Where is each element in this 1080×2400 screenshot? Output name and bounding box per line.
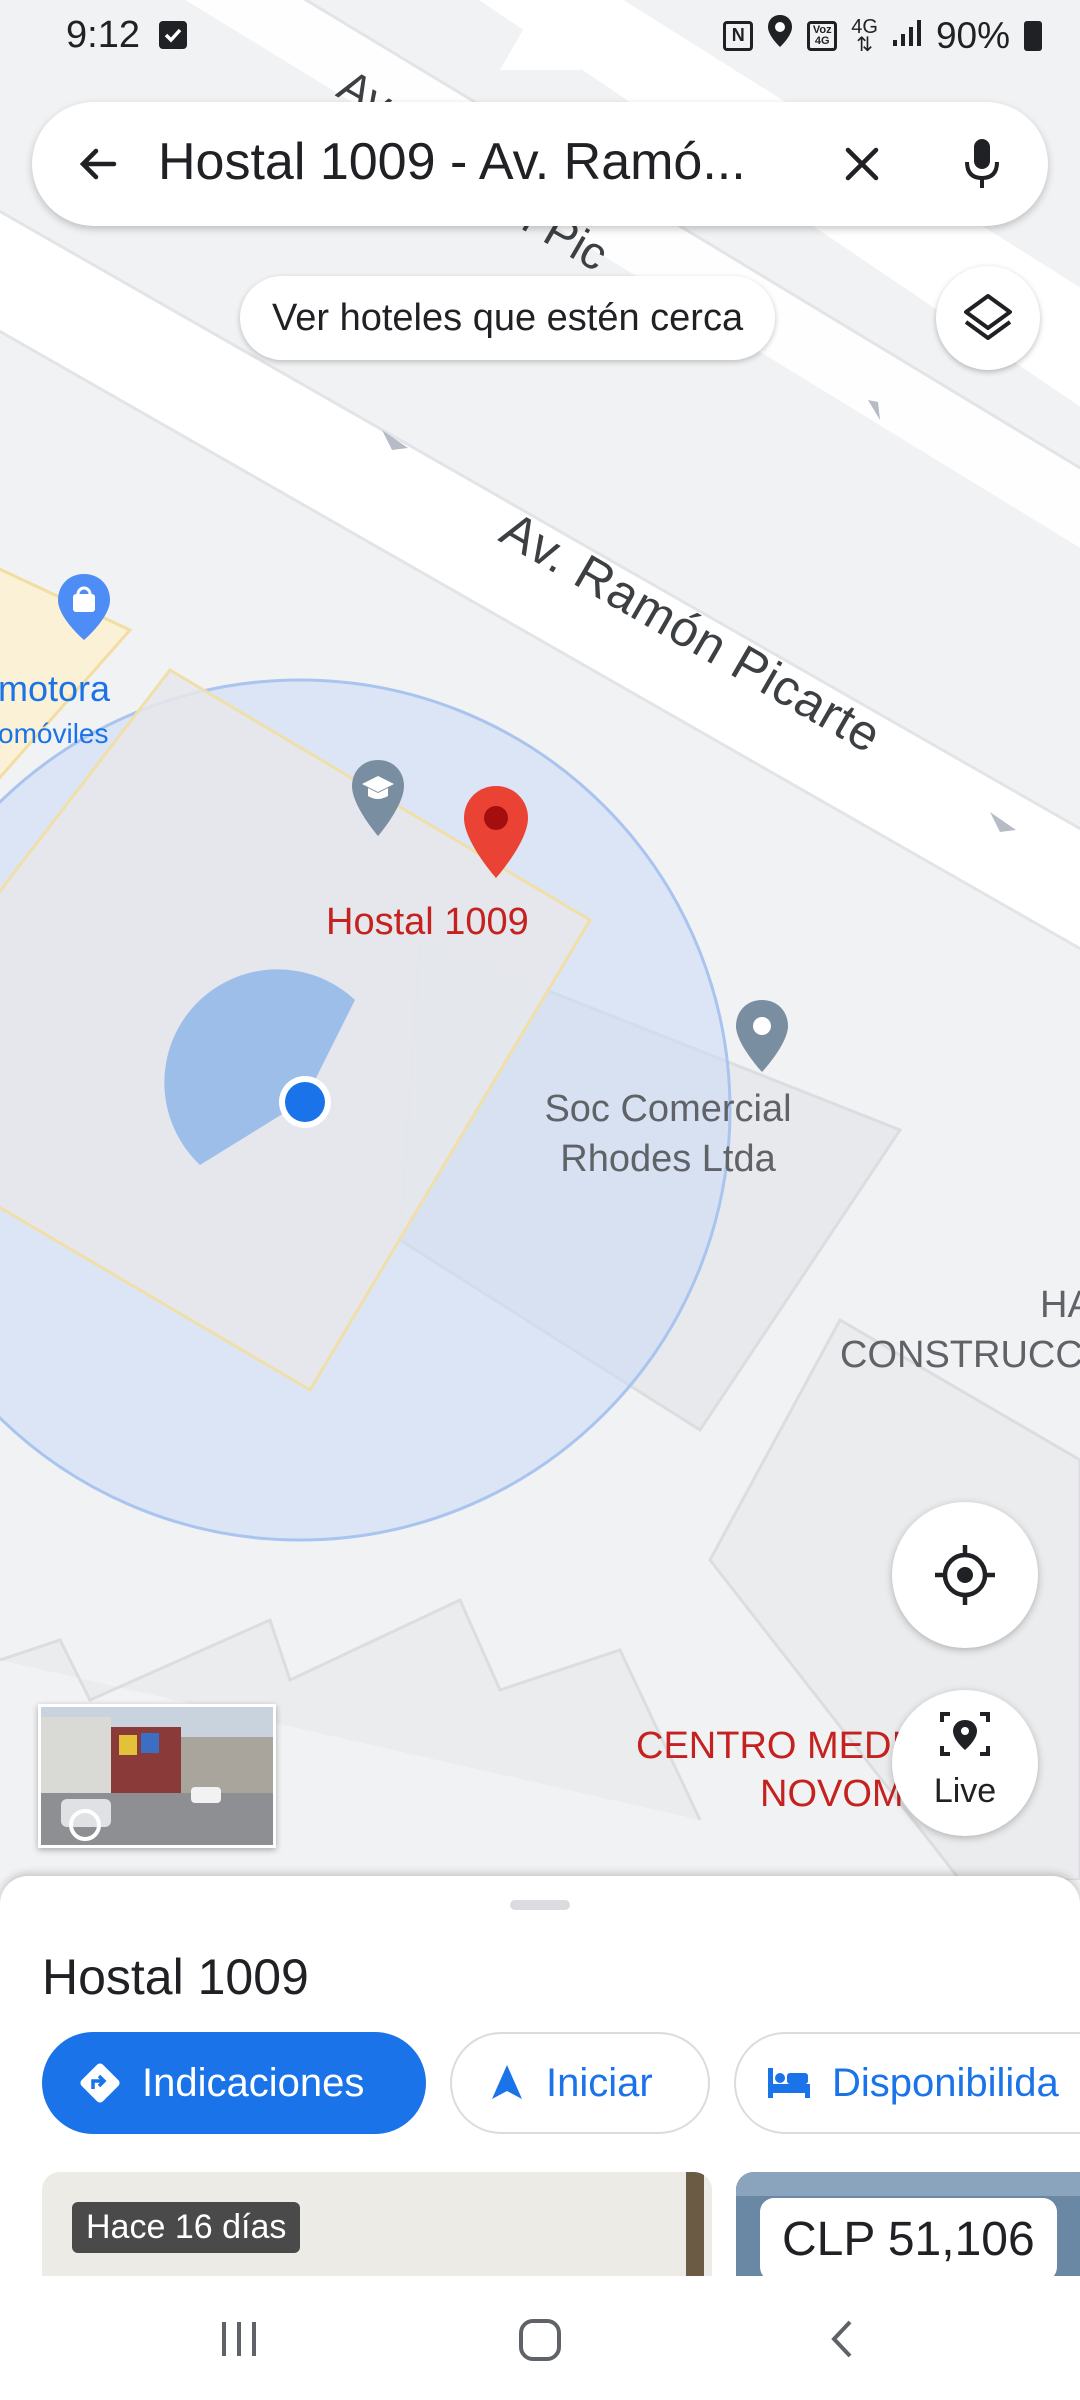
- mic-icon[interactable]: [952, 130, 1012, 198]
- start-button[interactable]: Iniciar: [450, 2032, 710, 2134]
- place-photo-1[interactable]: Hace 16 días: [42, 2172, 712, 2276]
- poi-shop-line-1: Soc Comercial: [544, 1088, 792, 1130]
- system-nav-bar: [0, 2276, 1080, 2400]
- shopping-pin-icon[interactable]: [56, 572, 112, 642]
- back-arrow-icon[interactable]: [68, 134, 128, 194]
- poi-label-left-2: omóviles: [0, 718, 109, 749]
- my-location-icon: [935, 1545, 995, 1605]
- layers-icon: [964, 294, 1012, 340]
- marker-label: Hostal 1009: [326, 901, 529, 943]
- recent-apps-icon: [222, 2322, 256, 2356]
- status-time-text: 9:12: [66, 14, 140, 56]
- price-badge: CLP 51,106: [760, 2198, 1057, 2276]
- nearby-hotels-chip[interactable]: Ver hoteles que estén cerca: [240, 276, 776, 360]
- back-button[interactable]: [818, 2314, 868, 2364]
- my-location-button[interactable]: [892, 1502, 1038, 1648]
- availability-label: Disponibilida: [832, 2060, 1059, 2105]
- live-label: Live: [933, 1772, 997, 1810]
- recent-apps-button[interactable]: [214, 2314, 264, 2364]
- bed-icon: [768, 2068, 810, 2098]
- school-pin-icon[interactable]: [350, 758, 406, 838]
- sheet-handle[interactable]: [510, 1900, 570, 1910]
- location-status-icon: [767, 14, 793, 57]
- street-view-thumbnail[interactable]: [38, 1704, 276, 1848]
- poi-right-label-1: HA: [1040, 1284, 1080, 1326]
- status-time: 9:12: [66, 14, 187, 57]
- network-type-text: 4G: [851, 15, 878, 38]
- directions-label: Indicaciones: [142, 2060, 365, 2105]
- search-bar[interactable]: Hostal 1009 - Av. Ramó...: [32, 102, 1048, 226]
- directions-button[interactable]: Indicaciones: [42, 2032, 426, 2134]
- signal-icon: [892, 15, 922, 57]
- back-icon: [831, 2320, 852, 2358]
- street-view-image: [41, 1707, 273, 1845]
- volte-icon: Voz 4G: [807, 20, 838, 51]
- status-bar: 9:12 N Voz 4G 4G ⇅ 90%: [0, 0, 1080, 80]
- live-view-button[interactable]: Live: [892, 1690, 1038, 1836]
- check-notification-icon: [158, 21, 187, 49]
- home-button[interactable]: [512, 2312, 568, 2368]
- directions-icon: [80, 2063, 120, 2103]
- shop-pin-icon[interactable]: [734, 998, 790, 1074]
- start-label: Iniciar: [546, 2060, 653, 2105]
- battery-percent: 90%: [935, 14, 1010, 56]
- photo-age-badge: Hace 16 días: [72, 2202, 301, 2253]
- search-query[interactable]: Hostal 1009 - Av. Ramó...: [158, 132, 838, 192]
- poi-right-label-2: CONSTRUCC: [840, 1334, 1080, 1376]
- navigation-icon: [492, 2065, 522, 2099]
- close-icon[interactable]: [832, 134, 892, 194]
- place-sheet[interactable]: Hostal 1009 Indicaciones Iniciar Disponi…: [0, 1876, 1080, 2276]
- status-icons: N Voz 4G 4G ⇅ 90%: [723, 14, 1042, 57]
- battery-icon: [1024, 20, 1042, 51]
- poi-shop-line-2: Rhodes Ltda: [560, 1138, 776, 1180]
- poi-medical-label-1: CENTRO MEDI: [636, 1725, 902, 1767]
- place-marker-icon[interactable]: [462, 784, 530, 880]
- poi-shop-label: Soc Comercial Rhodes Ltda: [528, 1084, 808, 1184]
- poi-medical-label-2: NOVOM: [760, 1773, 904, 1815]
- home-icon: [519, 2319, 561, 2361]
- availability-button[interactable]: Disponibilida: [734, 2032, 1080, 2134]
- place-title: Hostal 1009: [42, 1949, 309, 2005]
- place-photo-2[interactable]: CLP 51,106: [736, 2172, 1080, 2276]
- network-type: 4G ⇅: [851, 15, 878, 56]
- poi-label-left: motora: [0, 668, 111, 709]
- layers-button[interactable]: [936, 266, 1040, 370]
- nfc-icon: N: [723, 20, 754, 51]
